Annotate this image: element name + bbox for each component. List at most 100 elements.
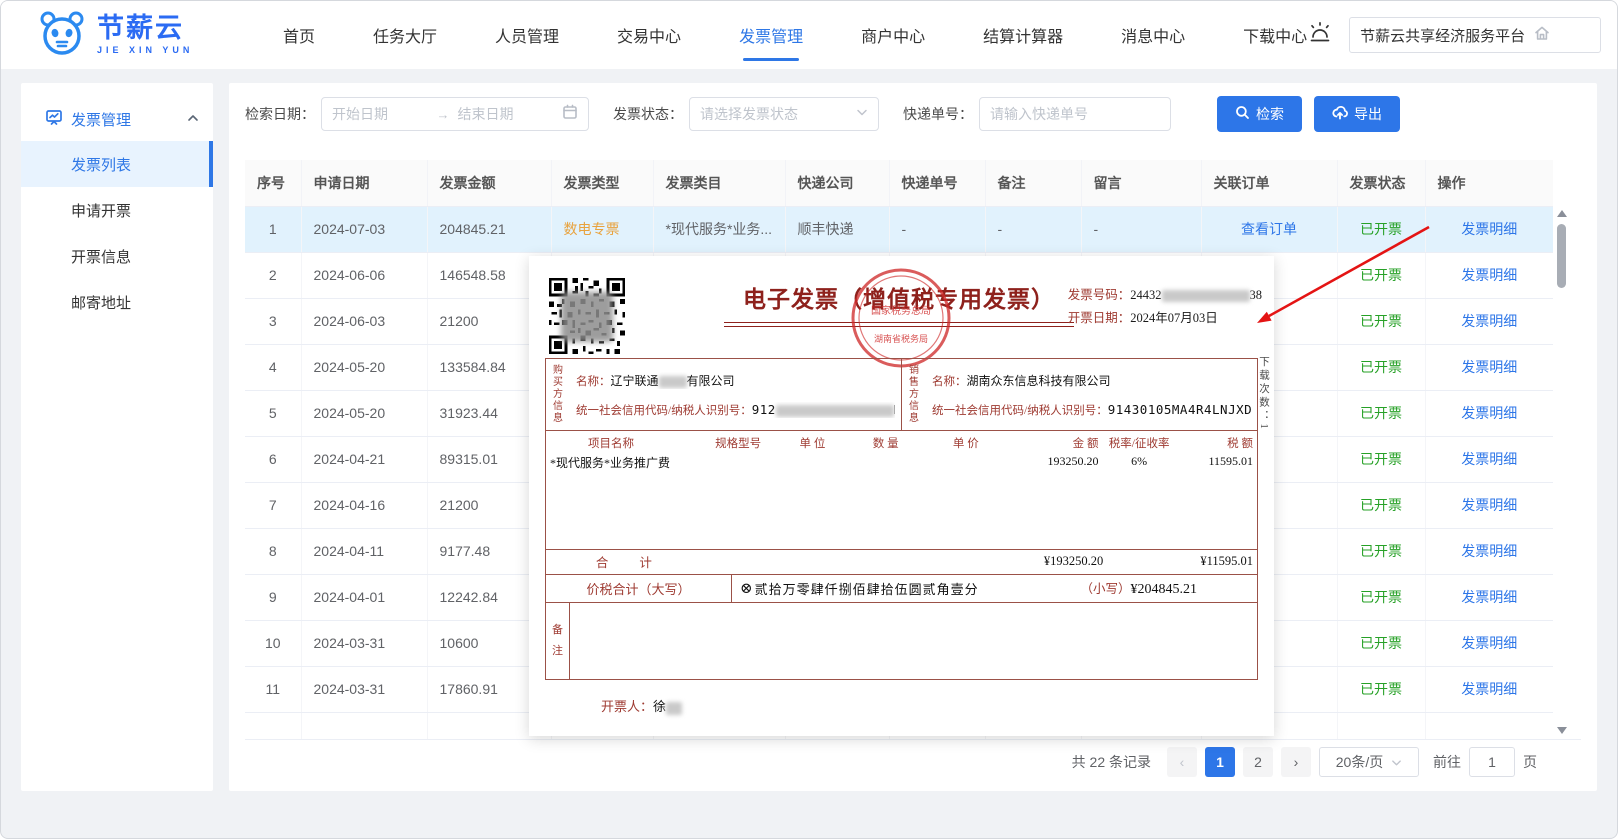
page-button-2[interactable]: 2	[1243, 747, 1273, 777]
chevron-up-icon	[187, 111, 199, 128]
invoice-remark-section: 备注	[546, 602, 1257, 680]
tracking-number-input[interactable]	[979, 97, 1171, 131]
table-header-row: 序号 申请日期 发票金额 发票类型 发票类目 快递公司 快递单号 备注 留言 关…	[245, 160, 1553, 206]
rmb-circle-symbol: ⊗	[740, 579, 753, 598]
status-badge: 已开票	[1360, 543, 1402, 559]
invoice-detail-link[interactable]: 发票明细	[1461, 681, 1517, 697]
invoice-detail-link[interactable]: 发票明细	[1461, 313, 1517, 329]
sidebar-item-mailing-address[interactable]: 邮寄地址	[21, 279, 213, 325]
table-scrollbar[interactable]	[1555, 206, 1569, 738]
invoice-detail-link[interactable]: 发票明细	[1461, 405, 1517, 421]
prev-page-button[interactable]: ‹	[1167, 747, 1197, 777]
redacted-number	[1162, 290, 1250, 302]
status-badge: 已开票	[1360, 497, 1402, 513]
nav-item-home[interactable]: 首页	[283, 1, 315, 69]
goto-suffix: 页	[1523, 752, 1537, 772]
invoice-detail-link[interactable]: 发票明细	[1461, 589, 1517, 605]
alarm-bell-icon[interactable]	[1307, 20, 1333, 51]
date-filter-label: 检索日期：	[245, 104, 315, 124]
invoice-total-row: 合 计 ¥193250.20 ¥11595.01	[546, 549, 1257, 574]
sidebar-item-apply-invoice[interactable]: 申请开票	[21, 187, 213, 233]
cell-amount: 21200	[440, 497, 479, 513]
app-logo[interactable]: 节薪云 JIE XIN YUN	[37, 10, 267, 61]
invoice-detail-link[interactable]: 发票明细	[1461, 359, 1517, 375]
invoice-detail-link[interactable]: 发票明细	[1461, 221, 1517, 237]
status-badge: 已开票	[1360, 681, 1402, 697]
cell-apply-date: 2024-03-31	[314, 681, 386, 697]
sidebar-item-invoice-list[interactable]: 发票列表	[21, 141, 213, 187]
invoice-item-row: *现代服务*业务推广费 193250.20 6% 11595.01	[546, 453, 1257, 472]
status-badge: 已开票	[1360, 635, 1402, 651]
sidebar-item-invoice-info[interactable]: 开票信息	[21, 233, 213, 279]
nav-item-merchant-center[interactable]: 商户中心	[861, 1, 925, 69]
status-badge: 已开票	[1360, 221, 1402, 237]
chevron-down-icon	[856, 105, 868, 123]
grand-total-value: ¥204845.21	[1131, 582, 1198, 597]
status-badge: 已开票	[1360, 267, 1402, 283]
goto-page-input[interactable]	[1469, 747, 1515, 777]
nav-item-message-center[interactable]: 消息中心	[1121, 1, 1185, 69]
cell-message: -	[1094, 221, 1099, 237]
sidebar-group-invoice-mgmt[interactable]: 发票管理	[21, 97, 213, 141]
platform-select[interactable]: 节薪云共享经济服务平台	[1349, 17, 1601, 53]
view-order-link[interactable]: 查看订单	[1241, 221, 1297, 237]
scroll-up-arrow-icon[interactable]	[1557, 210, 1567, 217]
cell-courier: 顺丰快递	[798, 221, 854, 237]
redacted-buyer-name	[659, 376, 687, 388]
nav-item-trade-center[interactable]: 交易中心	[617, 1, 681, 69]
app-window: 节薪云 JIE XIN YUN 首页 任务大厅 人员管理 交易中心 发票管理 商…	[0, 0, 1618, 839]
invoice-detail-link[interactable]: 发票明细	[1461, 543, 1517, 559]
qr-blur-redaction	[561, 292, 613, 342]
invoice-detail-link[interactable]: 发票明细	[1461, 635, 1517, 651]
status-filter-label: 发票状态：	[613, 104, 683, 124]
cell-apply-date: 2024-05-20	[314, 359, 386, 375]
page-size-select[interactable]: 20条/页	[1319, 747, 1419, 777]
page-button-1[interactable]: 1	[1205, 747, 1235, 777]
top-navbar: 节薪云 JIE XIN YUN 首页 任务大厅 人员管理 交易中心 发票管理 商…	[1, 1, 1617, 69]
redacted-issuer-name	[666, 702, 682, 715]
total-tax: ¥11595.01	[1103, 554, 1253, 569]
scroll-down-arrow-icon[interactable]	[1557, 727, 1567, 734]
invoice-detail-link[interactable]: 发票明细	[1461, 267, 1517, 283]
item-tax: 11595.01	[1180, 454, 1253, 471]
cell-index: 3	[269, 313, 277, 329]
nav-item-invoice-mgmt[interactable]: 发票管理	[739, 1, 803, 69]
nav-item-task-hall[interactable]: 任务大厅	[373, 1, 437, 69]
scrollbar-thumb[interactable]	[1557, 224, 1566, 288]
invoice-detail-link[interactable]: 发票明细	[1461, 497, 1517, 513]
buyer-vertical-label: 购买方信息	[546, 359, 570, 430]
col-header-apply-date: 申请日期	[301, 160, 427, 206]
export-button[interactable]: 导出	[1314, 96, 1400, 132]
invoice-date-label: 开票日期：	[1068, 311, 1131, 325]
nav-item-personnel[interactable]: 人员管理	[495, 1, 559, 69]
cell-remark: -	[998, 221, 1003, 237]
cell-index: 11	[265, 681, 280, 697]
table-row[interactable]: 12024-07-03204845.21数电专票*现代服务*业务...顺丰快递-…	[245, 206, 1553, 252]
cell-index: 7	[269, 497, 277, 513]
date-end-placeholder: 结束日期	[458, 104, 555, 124]
item-name: *现代服务*业务推广费	[550, 454, 699, 471]
invoice-status-select[interactable]: 请选择发票状态	[689, 97, 879, 131]
next-page-button[interactable]: ›	[1281, 747, 1311, 777]
invoice-detail-link[interactable]: 发票明细	[1461, 451, 1517, 467]
seller-section: 销售方信息 名称：湖南众东信息科技有限公司 统一社会信用代码/纳税人识别号：91…	[901, 359, 1257, 430]
pagination-bar: 共 22 条记录 ‹ 1 2 › 20条/页 前往 页	[245, 740, 1581, 784]
chevron-down-icon	[1391, 757, 1402, 768]
nav-item-download-center[interactable]: 下载中心	[1243, 1, 1307, 69]
col-header-status: 发票状态	[1337, 160, 1425, 206]
cell-amount: 31923.44	[440, 405, 498, 421]
cell-index: 4	[269, 359, 277, 375]
date-start-placeholder: 开始日期	[332, 104, 429, 124]
invoice-item-header: 项目名称 规格型号 单 位 数 量 单 价 金 额 税率/征收率 税 额	[546, 431, 1257, 453]
nav-item-settlement-calculator[interactable]: 结算计算器	[983, 1, 1063, 69]
item-tax-rate: 6%	[1099, 454, 1180, 471]
stamp-line2: 湖南省税务局	[874, 333, 928, 344]
cell-amount: 9177.48	[440, 543, 491, 559]
total-amount: ¥193250.20	[700, 554, 1103, 569]
search-button[interactable]: 检索	[1217, 96, 1302, 132]
cell-amount: 12242.84	[440, 589, 498, 605]
cell-index: 6	[269, 451, 277, 467]
date-range-picker[interactable]: 开始日期 → 结束日期	[321, 97, 589, 131]
col-header-action: 操作	[1425, 160, 1553, 206]
cell-apply-date: 2024-06-03	[314, 313, 386, 329]
